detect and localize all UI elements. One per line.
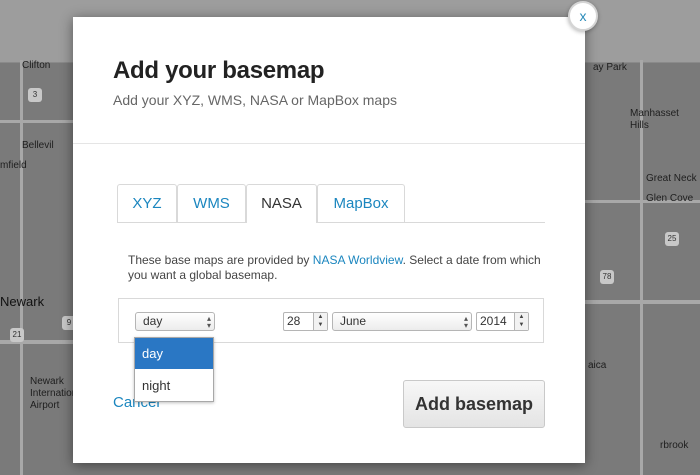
nasa-worldview-link[interactable]: NASA Worldview: [313, 253, 403, 267]
map-label: Great Neck: [646, 173, 697, 184]
dialog-header: Add your basemap Add your XYZ, WMS, NASA…: [73, 17, 585, 144]
close-button[interactable]: x: [568, 1, 598, 31]
route-shield: 78: [600, 270, 614, 284]
dialog-subtitle: Add your XYZ, WMS, NASA or MapBox maps: [113, 92, 397, 108]
route-shield: 21: [10, 328, 24, 342]
stepper-arrows-icon[interactable]: ▲ ▼: [514, 313, 528, 330]
nasa-description: These base maps are provided by NASA Wor…: [128, 253, 548, 283]
tab-xyz[interactable]: XYZ: [117, 184, 177, 222]
add-basemap-button[interactable]: Add basemap: [403, 380, 545, 428]
description-text: These base maps are provided by: [128, 253, 313, 267]
map-label: ay Park: [593, 62, 627, 73]
map-road: [585, 300, 700, 304]
map-label: Newark International Airport: [30, 376, 86, 411]
map-label: Newark: [0, 294, 45, 309]
map-label: Clifton: [22, 60, 51, 71]
map-label: Bellevil: [22, 140, 54, 151]
map-road: [0, 120, 75, 123]
map-label: rbrook: [660, 440, 689, 451]
basemap-tabs: XYZ WMS NASA MapBox: [117, 184, 545, 223]
day-value: 28: [287, 314, 301, 328]
map-label: Manhasset Hills: [630, 108, 679, 131]
day-night-select[interactable]: day ▴ ▾: [135, 312, 215, 331]
day-night-value: day: [143, 314, 163, 328]
map-road: [20, 60, 23, 475]
select-arrows-icon: ▴ ▾: [206, 314, 211, 330]
map-label: Glen Cove: [646, 193, 694, 204]
day-stepper[interactable]: 28 ▲ ▼: [283, 312, 328, 331]
tab-nasa[interactable]: NASA: [246, 184, 317, 223]
tab-wms[interactable]: WMS: [177, 184, 246, 222]
stepper-arrows-icon[interactable]: ▲ ▼: [313, 313, 327, 330]
map-label: mfield: [0, 160, 27, 171]
option-day[interactable]: day: [135, 338, 213, 369]
day-night-dropdown: day night: [134, 337, 214, 402]
year-stepper[interactable]: 2014 ▲ ▼: [476, 312, 529, 331]
tab-mapbox[interactable]: MapBox: [317, 184, 405, 222]
map-label: aica: [588, 360, 607, 371]
route-shield: 3: [28, 88, 42, 102]
year-value: 2014: [480, 314, 507, 328]
option-night[interactable]: night: [135, 370, 213, 401]
route-shield: 25: [665, 232, 679, 246]
month-value: June: [340, 314, 367, 328]
month-select[interactable]: June ▴ ▾: [332, 312, 472, 331]
dialog-title: Add your basemap: [113, 57, 325, 84]
select-arrows-icon: ▴ ▾: [463, 314, 468, 330]
